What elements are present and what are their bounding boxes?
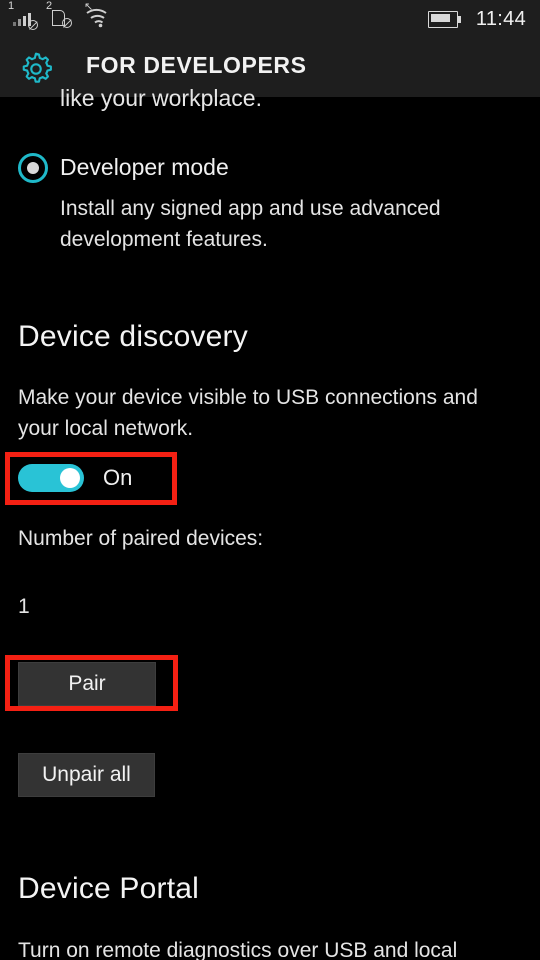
device-discovery-toggle-group[interactable]: On [5, 452, 177, 505]
developer-mode-radio[interactable] [18, 153, 48, 183]
device-discovery-toggle[interactable] [18, 464, 84, 492]
wifi-waves [86, 8, 107, 28]
device-discovery-heading: Device discovery [18, 320, 248, 353]
settings-content: like your workplace. Developer mode Inst… [0, 85, 540, 960]
device-discovery-description: Make your device visible to USB connecti… [18, 386, 478, 440]
clock-time: 11:44 [475, 8, 526, 30]
radio-selected-dot [27, 162, 39, 174]
developer-mode-description: Install any signed app and use advanced … [60, 197, 441, 251]
status-bar-right-icons: 11:44 [427, 6, 526, 32]
page-title: FOR DEVELOPERS [86, 52, 307, 78]
sim-card-no-service-icon: 2 [46, 1, 74, 32]
no-service-slash-icon [28, 20, 38, 30]
cellular-signal-no-service-icon: 1 [8, 0, 38, 32]
paired-devices-count: 1 [18, 595, 30, 618]
battery-icon [427, 10, 462, 28]
status-bar: 1 2 ↖ 11:44 [0, 0, 540, 40]
status-bar-left-icons: 1 2 ↖ [8, 0, 112, 32]
phone-screen: 1 2 ↖ 11:44 FOR DEVELOPERS like your wor… [0, 0, 540, 960]
device-discovery-toggle-state: On [103, 465, 133, 490]
device-portal-description: Turn on remote diagnostics over USB and … [18, 939, 458, 960]
wifi-icon: ↖ [82, 2, 112, 32]
gear-icon [22, 52, 52, 83]
sim-no-service-slash-icon [62, 18, 72, 28]
battery-fill [430, 13, 450, 22]
pair-button-group[interactable]: Pair [5, 655, 178, 711]
device-portal-heading: Device Portal [18, 872, 200, 905]
battery-nub [457, 15, 461, 23]
paired-devices-label: Number of paired devices: [18, 527, 264, 550]
clipped-previous-description: like your workplace. [60, 85, 262, 111]
pair-button[interactable]: Pair [18, 662, 156, 706]
developer-mode-label: Developer mode [60, 154, 229, 180]
toggle-knob [60, 468, 80, 488]
sim1-superscript: 1 [8, 0, 15, 12]
unpair-all-button[interactable]: Unpair all [18, 753, 155, 797]
developer-mode-option[interactable]: Developer mode [18, 149, 518, 185]
